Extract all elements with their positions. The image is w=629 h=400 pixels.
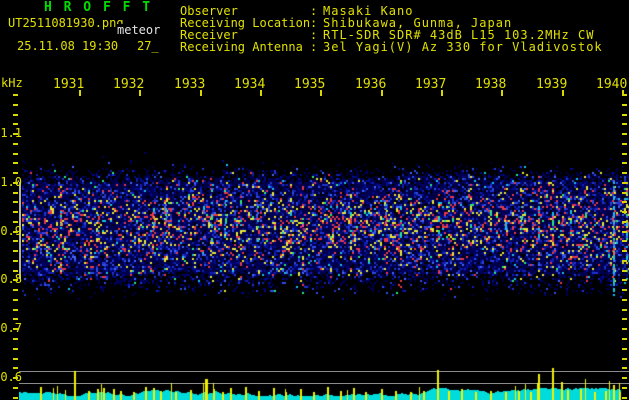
datetime-label: 25.11.08 19:30 xyxy=(17,39,119,53)
freq-tick-right xyxy=(622,289,627,291)
freq-tick-left xyxy=(13,348,18,350)
freq-tick-right xyxy=(622,104,627,106)
freq-tick-left xyxy=(13,192,18,194)
freq-tick-right xyxy=(622,211,627,213)
freq-tick-left xyxy=(13,211,18,213)
freq-tick-left xyxy=(13,162,18,164)
freq-tick-left xyxy=(13,114,18,116)
freq-tick-right xyxy=(622,114,627,116)
freq-tick-left xyxy=(13,338,18,340)
freq-tick-right xyxy=(622,133,627,135)
freq-tick-left xyxy=(13,289,18,291)
freq-tick-right xyxy=(622,309,627,311)
time-label-1932: 1932 xyxy=(113,77,145,92)
freq-tick-left xyxy=(13,318,18,320)
colon: : xyxy=(310,40,318,54)
meteor-mode-label: meteor xyxy=(116,23,162,37)
filename-label: UT2511081930.png xyxy=(8,16,124,30)
freq-label-0.6: 0.6 xyxy=(0,370,22,384)
freq-unit-label: kHz xyxy=(1,76,23,90)
freq-tick-right xyxy=(622,270,627,272)
freq-tick-right xyxy=(622,338,627,340)
freq-tick-left xyxy=(13,367,18,369)
freq-label-1.0: 1.0 xyxy=(0,175,22,189)
freq-tick-left xyxy=(13,309,18,311)
activity-bar-canvas xyxy=(19,356,629,400)
freq-tick-right xyxy=(622,328,627,330)
freq-tick-left xyxy=(13,153,18,155)
freq-tick-left xyxy=(13,299,18,301)
freq-tick-left xyxy=(13,250,18,252)
freq-tick-right xyxy=(622,387,627,389)
freq-tick-right xyxy=(622,279,627,281)
freq-tick-right xyxy=(622,123,627,125)
meteor-count: 27_ xyxy=(137,39,159,53)
freq-tick-left xyxy=(13,104,18,106)
freq-tick-right xyxy=(622,192,627,194)
freq-tick-left xyxy=(13,260,18,262)
freq-tick-left xyxy=(13,123,18,125)
time-label-1938: 1938 xyxy=(475,77,507,92)
hrofft-window: H R O F F T UT2511081930.png meteor 25.1… xyxy=(0,0,629,400)
time-label-1934: 1934 xyxy=(234,77,266,92)
freq-tick-right xyxy=(622,172,627,174)
time-label-1936: 1936 xyxy=(355,77,387,92)
freq-tick-right xyxy=(622,143,627,145)
freq-tick-right xyxy=(622,397,627,399)
time-label-1937: 1937 xyxy=(415,77,447,92)
freq-tick-right xyxy=(622,348,627,350)
freq-tick-right xyxy=(622,182,627,184)
freq-tick-right xyxy=(622,162,627,164)
freq-tick-right xyxy=(622,318,627,320)
freq-tick-left xyxy=(13,240,18,242)
antenna-label: Receiving Antenna xyxy=(180,40,303,54)
freq-tick-right xyxy=(622,260,627,262)
freq-tick-left xyxy=(13,94,18,96)
freq-tick-right xyxy=(622,250,627,252)
spectrogram-canvas xyxy=(22,152,629,302)
freq-tick-right xyxy=(622,367,627,369)
freq-tick-left xyxy=(13,387,18,389)
time-label-1933: 1933 xyxy=(174,77,206,92)
app-title: H R O F F T xyxy=(44,0,153,15)
freq-tick-left xyxy=(13,358,18,360)
freq-tick-left xyxy=(13,397,18,399)
freq-tick-left xyxy=(13,172,18,174)
freq-label-1.1: 1.1 xyxy=(0,126,22,140)
freq-tick-right xyxy=(622,153,627,155)
freq-tick-right xyxy=(622,231,627,233)
freq-tick-right xyxy=(622,240,627,242)
freq-tick-right xyxy=(622,201,627,203)
antenna-value: 3el Yagi(V) Az 330 for Vladivostok xyxy=(323,40,603,54)
info-row-antenna: Receiving Antenna:3el Yagi(V) Az 330 for… xyxy=(180,41,603,53)
freq-tick-right xyxy=(622,299,627,301)
time-label-1939: 1939 xyxy=(536,77,568,92)
freq-tick-right xyxy=(622,221,627,223)
freq-tick-right xyxy=(622,358,627,360)
time-label-1940: 1940 xyxy=(596,77,628,92)
freq-label-0.9: 0.9 xyxy=(0,224,22,238)
freq-label-0.8: 0.8 xyxy=(0,272,22,286)
freq-tick-left xyxy=(13,221,18,223)
freq-tick-left xyxy=(13,201,18,203)
time-label-1931: 1931 xyxy=(53,77,85,92)
freq-label-0.7: 0.7 xyxy=(0,321,22,335)
freq-tick-right xyxy=(622,377,627,379)
time-label-1935: 1935 xyxy=(294,77,326,92)
freq-tick-left xyxy=(13,143,18,145)
